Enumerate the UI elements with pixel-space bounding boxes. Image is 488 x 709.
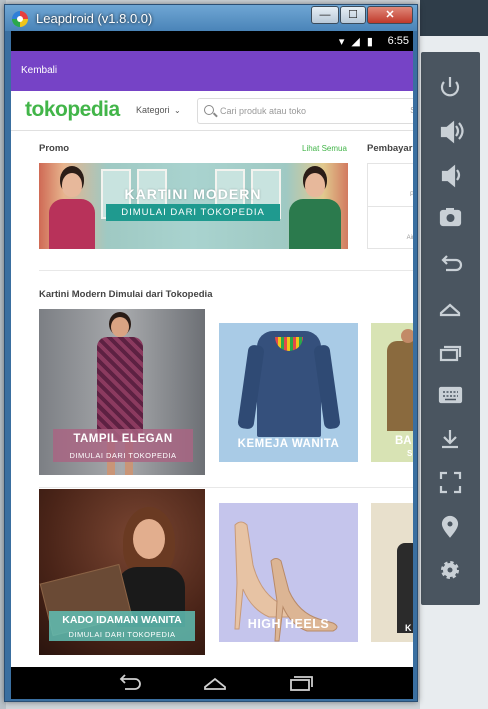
category-tile[interactable]: TAMPIL ELEGAN DIMULAI DARI TOKOPEDIA — [39, 309, 205, 475]
category-tile[interactable]: BA S — [371, 323, 413, 462]
section-divider — [39, 487, 413, 488]
tile-title: K — [405, 623, 412, 633]
carousel-dots[interactable] — [167, 242, 207, 248]
banner-title: KARTINI MODERN — [124, 186, 262, 202]
tile-model-figure — [387, 341, 413, 431]
emulator-toolbar — [421, 52, 480, 605]
app-bar: Kembali — [11, 51, 413, 91]
tile-subtitle: DIMULAI DARI TOKOPEDIA — [49, 629, 195, 641]
close-button[interactable]: ✕ — [367, 6, 413, 24]
payment-row[interactable]: P — [368, 164, 413, 207]
search-icon — [204, 105, 214, 115]
tile-title: KEMEJA WANITA — [237, 438, 340, 450]
download-icon[interactable] — [442, 430, 458, 449]
tile-suit-figure — [397, 543, 413, 633]
home-icon[interactable] — [439, 303, 461, 317]
tile-title: KADO IDAMAN WANITA — [49, 611, 195, 629]
nav-icons — [119, 674, 313, 691]
minimize-button[interactable]: — — [311, 6, 339, 24]
page-content: Promo Lihat Semua Pembayar KARTINI MODER… — [11, 131, 413, 699]
section-divider — [39, 270, 413, 271]
recents-icon[interactable] — [290, 676, 313, 691]
android-status-bar: ▾ ◢ ▮ 6:55 — [11, 31, 413, 51]
volume-up-icon[interactable] — [440, 120, 464, 144]
promo-banner[interactable]: KARTINI MODERN DIMULAI DARI TOKOPEDIA — [39, 163, 348, 249]
keyboard-icon[interactable] — [438, 386, 463, 404]
section-title: Kartini Modern Dimulai dari Tokopedia — [39, 289, 213, 300]
payment-title: Pembayar — [367, 143, 413, 154]
payment-row[interactable]: Air — [368, 207, 413, 250]
status-icons: ▾ ◢ ▮ — [338, 36, 375, 48]
search-input[interactable]: Cari produk atau toko Se — [197, 98, 413, 124]
tile-title: HIGH HEELS — [247, 617, 330, 631]
window-titlebar[interactable]: Leapdroid (v1.8.0.0) — ☐ ✕ — [5, 5, 417, 31]
camera-icon[interactable] — [439, 208, 462, 227]
tile-subtitle: S — [407, 449, 413, 458]
tile-title: TAMPIL ELEGAN — [53, 429, 193, 449]
emulator-window: Leapdroid (v1.8.0.0) — ☐ ✕ ▾ ◢ ▮ 6:55 Ke… — [4, 4, 418, 702]
tile-model-head — [401, 329, 413, 343]
category-tile[interactable]: KADO IDAMAN WANITA DIMULAI DARI TOKOPEDI… — [39, 489, 205, 655]
maximize-button[interactable]: ☐ — [340, 6, 366, 24]
search-placeholder: Cari produk atau toko — [220, 106, 307, 116]
tile-title: BA — [395, 435, 412, 447]
settings-icon[interactable] — [441, 561, 459, 579]
tokopedia-logo[interactable]: tokopedia — [25, 98, 120, 122]
android-nav-bar — [11, 667, 413, 699]
back-icon[interactable] — [441, 255, 463, 272]
back-icon[interactable] — [119, 674, 141, 690]
search-button[interactable]: Se — [410, 106, 413, 115]
kategori-dropdown[interactable]: Kategori ⌄ — [136, 105, 181, 115]
location-icon[interactable] — [441, 515, 459, 538]
recents-icon[interactable] — [439, 345, 462, 362]
leapdroid-logo-icon — [12, 11, 28, 27]
header-search-row: tokopedia Kategori ⌄ Cari produk atau to… — [11, 91, 413, 131]
banner-model-left — [49, 171, 95, 249]
payment-card[interactable]: P Air — [367, 163, 413, 249]
status-time: 6:55 — [387, 35, 409, 47]
category-tile[interactable]: KEMEJA WANITA — [219, 323, 358, 462]
fullscreen-icon[interactable] — [439, 471, 462, 494]
tile-subtitle: DIMULAI DARI TOKOPEDIA — [53, 449, 193, 462]
home-icon[interactable] — [204, 677, 226, 690]
window-title: Leapdroid (v1.8.0.0) — [36, 11, 153, 26]
kategori-label: Kategori — [136, 105, 170, 115]
see-all-link[interactable]: Lihat Semua — [302, 144, 347, 153]
banner-model-right — [289, 171, 341, 249]
back-link[interactable]: Kembali — [21, 65, 57, 76]
android-screen[interactable]: ▾ ◢ ▮ 6:55 Kembali tokopedia Kategori ⌄ … — [11, 31, 413, 699]
category-tile[interactable]: HIGH HEELS — [219, 503, 358, 642]
chevron-down-icon: ⌄ — [174, 106, 181, 115]
promo-title: Promo — [39, 143, 70, 154]
volume-down-icon[interactable] — [441, 164, 461, 188]
power-icon[interactable] — [440, 77, 460, 97]
category-tile[interactable]: K — [371, 503, 413, 642]
toolbar-icons — [438, 77, 464, 579]
banner-subtitle: DIMULAI DARI TOKOPEDIA — [106, 204, 280, 221]
